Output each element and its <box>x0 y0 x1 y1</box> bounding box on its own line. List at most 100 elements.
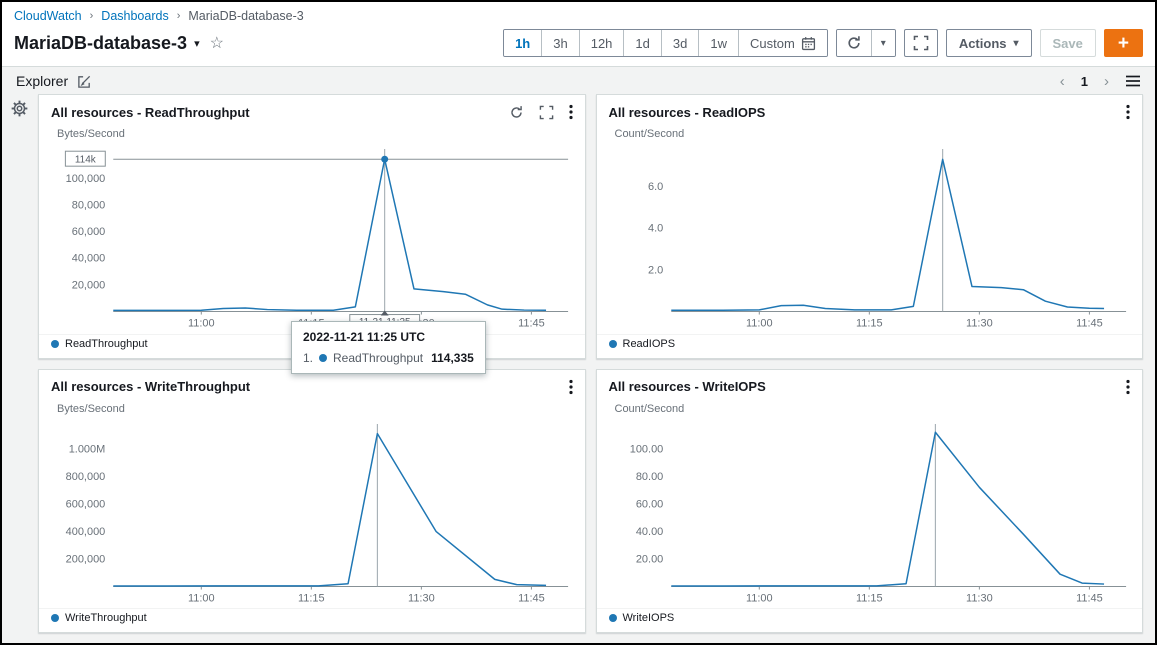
content-row: All resources - ReadThroughput <box>2 92 1155 643</box>
legend-label: WriteIOPS <box>623 612 675 624</box>
calendar-icon <box>801 36 816 51</box>
legend-marker <box>51 614 59 622</box>
chevron-right-icon[interactable]: › <box>1104 74 1109 89</box>
svg-text:11:00: 11:00 <box>745 318 772 330</box>
chevron-left-icon[interactable]: ‹ <box>1060 74 1065 89</box>
actions-button[interactable]: Actions ▾ <box>946 29 1032 57</box>
widget-expand-button[interactable] <box>539 105 554 120</box>
line-chart-write-throughput[interactable]: 11:0011:1511:3011:45200,000400,000600,00… <box>39 415 585 609</box>
explorer-bar: Explorer ‹ 1 › <box>2 67 1155 92</box>
chart-card-read-iops: All resources - ReadIOPS Count/Second 11… <box>596 94 1144 359</box>
widget-grid: All resources - ReadThroughput <box>36 92 1155 643</box>
svg-text:400,000: 400,000 <box>66 525 106 537</box>
line-chart-write-iops[interactable]: 11:0011:1511:3011:4520.0040.0060.0080.00… <box>597 415 1143 609</box>
breadcrumb-link-dashboards[interactable]: Dashboards <box>101 9 168 23</box>
time-range-1d[interactable]: 1d <box>623 30 660 56</box>
chart-legend[interactable]: WriteIOPS <box>597 608 1143 632</box>
legend-marker <box>609 340 617 348</box>
settings-button[interactable] <box>11 100 28 117</box>
expand-icon <box>539 105 554 120</box>
edit-dashboard-button[interactable] <box>77 74 92 89</box>
time-range-group: 1h 3h 12h 1d 3d 1w Custom <box>503 29 828 57</box>
add-widget-button[interactable]: + <box>1104 29 1143 57</box>
breadcrumb-separator-icon: › <box>90 10 94 22</box>
time-range-12h[interactable]: 12h <box>579 30 624 56</box>
y-axis-unit: Count/Second <box>615 403 1143 415</box>
svg-text:11:45: 11:45 <box>518 318 545 330</box>
line-chart-read-iops[interactable]: 11:0011:1511:3011:452.04.06.0 <box>597 140 1143 334</box>
tooltip-value: 114,335 <box>431 351 474 365</box>
widget-menu-button[interactable] <box>569 379 573 395</box>
caret-down-icon: ▾ <box>881 38 886 49</box>
dashboard-controls: 1h 3h 12h 1d 3d 1w Custom <box>503 29 1143 57</box>
widget-menu-button[interactable] <box>569 104 573 120</box>
page-number: 1 <box>1081 74 1088 89</box>
fullscreen-button[interactable] <box>904 29 938 57</box>
svg-text:100.00: 100.00 <box>629 443 663 455</box>
legend-label: WriteThroughput <box>65 612 147 624</box>
svg-text:20.00: 20.00 <box>635 553 662 565</box>
svg-text:11:00: 11:00 <box>745 592 772 604</box>
chart-legend[interactable]: WriteThroughput <box>39 608 585 632</box>
svg-text:11:15: 11:15 <box>856 592 883 604</box>
title-dropdown-caret-icon[interactable]: ▾ <box>194 37 200 50</box>
custom-label: Custom <box>750 36 795 51</box>
refresh-button[interactable] <box>837 30 871 56</box>
refresh-options-button[interactable]: ▾ <box>871 30 895 56</box>
svg-text:40,000: 40,000 <box>72 253 106 265</box>
time-range-custom[interactable]: Custom <box>738 30 827 56</box>
svg-text:11:45: 11:45 <box>1076 592 1103 604</box>
svg-text:11:15: 11:15 <box>298 592 325 604</box>
kebab-menu-icon <box>1126 104 1130 120</box>
menu-button[interactable] <box>1125 74 1141 88</box>
svg-text:11:30: 11:30 <box>408 592 435 604</box>
refresh-icon <box>846 35 862 51</box>
dashboard-body: Explorer ‹ 1 › <box>2 67 1155 643</box>
widget-title: All resources - WriteThroughput <box>51 379 250 394</box>
widget-title: All resources - WriteIOPS <box>609 379 766 394</box>
legend-label: ReadIOPS <box>623 338 676 350</box>
kebab-menu-icon <box>1126 379 1130 395</box>
page-title: MariaDB-database-3 <box>14 33 187 54</box>
svg-text:4.0: 4.0 <box>648 223 663 235</box>
widget-refresh-button[interactable] <box>509 105 524 120</box>
svg-text:11:00: 11:00 <box>188 592 215 604</box>
favorite-star-icon[interactable]: ☆ <box>210 33 224 53</box>
breadcrumb-current: MariaDB-database-3 <box>188 9 303 23</box>
kebab-menu-icon <box>569 104 573 120</box>
time-range-3h[interactable]: 3h <box>541 30 578 56</box>
time-range-1w[interactable]: 1w <box>698 30 738 56</box>
svg-text:60,000: 60,000 <box>72 226 106 238</box>
kebab-menu-icon <box>569 379 573 395</box>
line-chart-read-throughput[interactable]: 114k11:0011:1511:3011:4520,00040,00060,0… <box>39 140 585 334</box>
refresh-split-button: ▾ <box>836 29 896 57</box>
left-rail <box>2 92 36 643</box>
widget-menu-button[interactable] <box>1126 104 1130 120</box>
time-range-3d[interactable]: 3d <box>661 30 698 56</box>
fullscreen-icon <box>913 35 929 51</box>
svg-text:11:45: 11:45 <box>1076 318 1103 330</box>
legend-label: ReadThroughput <box>65 338 148 350</box>
y-axis-unit: Bytes/Second <box>57 128 585 140</box>
svg-text:200,000: 200,000 <box>66 553 106 565</box>
svg-text:100,000: 100,000 <box>66 173 106 185</box>
breadcrumb-link-cloudwatch[interactable]: CloudWatch <box>14 9 82 23</box>
chart-card-read-throughput: All resources - ReadThroughput <box>38 94 586 359</box>
svg-text:11:00: 11:00 <box>188 318 215 330</box>
edit-icon <box>77 74 92 89</box>
save-button[interactable]: Save <box>1040 29 1096 57</box>
svg-text:11:30: 11:30 <box>966 592 993 604</box>
time-range-1h[interactable]: 1h <box>504 30 541 56</box>
hamburger-icon <box>1125 74 1141 88</box>
svg-text:60.00: 60.00 <box>635 498 662 510</box>
breadcrumb: CloudWatch › Dashboards › MariaDB-databa… <box>2 2 1155 27</box>
y-axis-unit: Count/Second <box>615 128 1143 140</box>
svg-text:40.00: 40.00 <box>635 525 662 537</box>
chart-card-write-iops: All resources - WriteIOPS Count/Second 1… <box>596 369 1144 634</box>
widget-menu-button[interactable] <box>1126 379 1130 395</box>
svg-text:800,000: 800,000 <box>66 470 106 482</box>
chart-legend[interactable]: ReadIOPS <box>597 334 1143 358</box>
legend-marker <box>51 340 59 348</box>
breadcrumb-separator-icon: › <box>177 10 181 22</box>
chart-tooltip: 2022-11-21 11:25 UTC 1. ReadThroughput 1… <box>291 321 486 374</box>
